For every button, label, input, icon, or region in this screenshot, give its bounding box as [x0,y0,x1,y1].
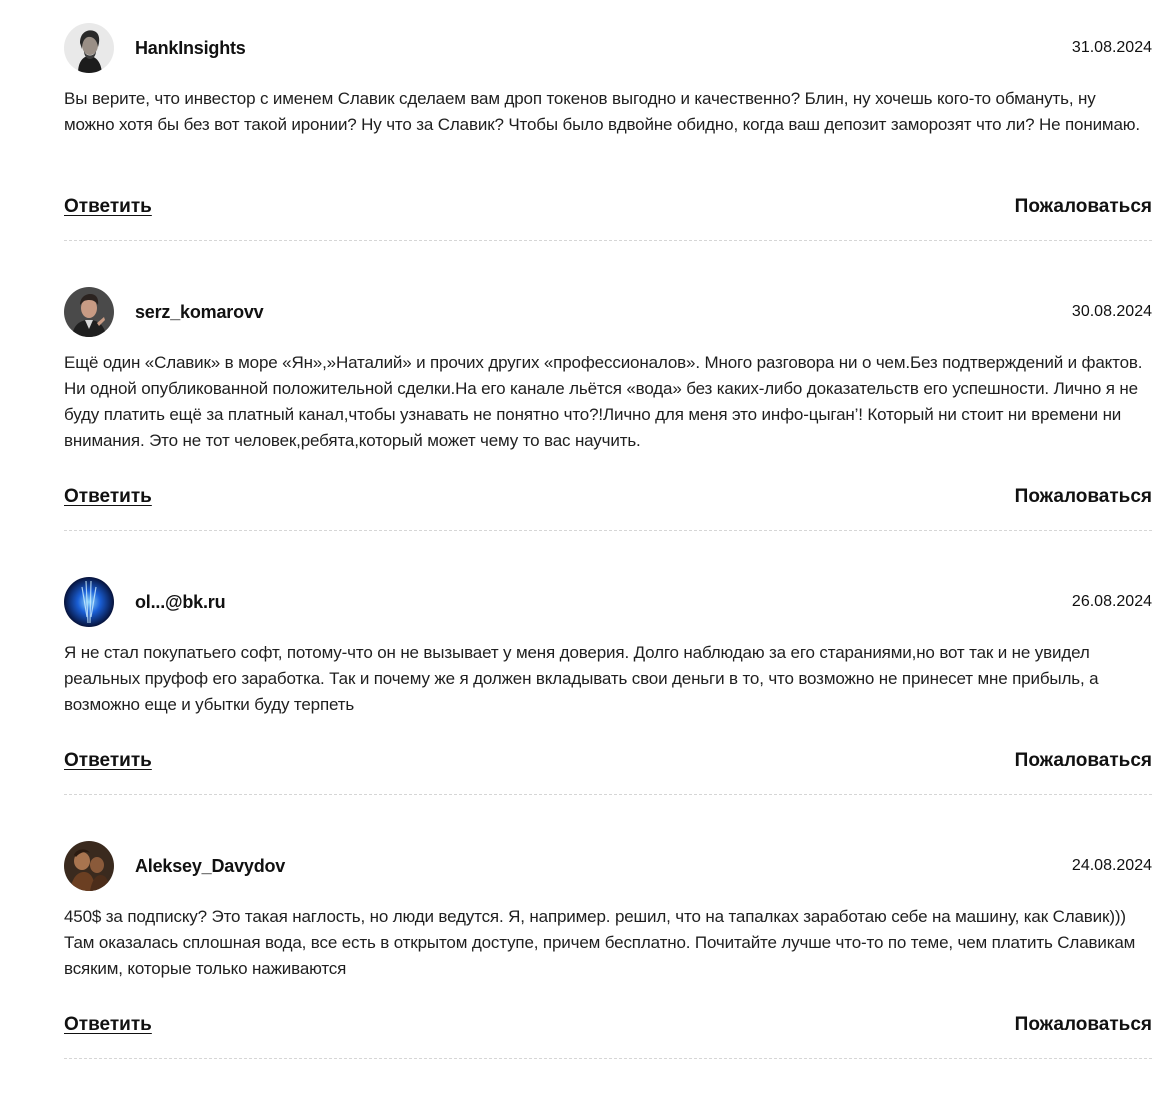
comment-text: Вы верите, что инвестор с именем Славик … [64,89,1140,134]
report-link[interactable]: Пожаловаться [1015,486,1152,508]
avatar[interactable] [64,23,114,73]
report-link[interactable]: Пожаловаться [1015,1014,1152,1036]
comment-header: serz_komarovv 30.08.2024 [64,286,1152,338]
report-link[interactable]: Пожаловаться [1015,750,1152,772]
reply-link[interactable]: Ответить [64,1014,152,1036]
avatar[interactable] [64,287,114,337]
user-photo-icon [64,23,114,73]
comment-date: 31.08.2024 [1071,39,1152,56]
comment-divider [64,530,1152,531]
comment-item: ol...@bk.ru 26.08.2024 Я не стал покупат… [64,576,1152,840]
comment-date: 24.08.2024 [1071,857,1152,874]
reply-link[interactable]: Ответить [64,486,152,508]
user-photo-icon [64,577,114,627]
comment-header: HankInsights 31.08.2024 [64,22,1152,74]
avatar[interactable] [64,841,114,891]
comment-item: Aleksey_Davydov 24.08.2024 450$ за подпи… [64,840,1152,1104]
avatar[interactable] [64,577,114,627]
reply-link[interactable]: Ответить [64,750,152,772]
comment-divider [64,1058,1152,1059]
comment-header: Aleksey_Davydov 24.08.2024 [64,840,1152,892]
comment-author: serz_komarovv [135,301,264,322]
comment-author: Aleksey_Davydov [135,855,286,876]
comment-author: ol...@bk.ru [135,591,226,612]
comments-list: HankInsights 31.08.2024 Вы верите, что и… [64,22,1152,1104]
comment-item: HankInsights 31.08.2024 Вы верите, что и… [64,22,1152,286]
comment-text: Я не стал покупатьего софт, потому-что о… [64,643,1099,714]
user-photo-icon [64,841,114,891]
user-photo-icon [64,287,114,337]
comment-header: ol...@bk.ru 26.08.2024 [64,576,1152,628]
reply-link[interactable]: Ответить [64,196,152,218]
comment-actions: Ответить Пожаловаться [64,750,1152,772]
report-link[interactable]: Пожаловаться [1015,196,1152,218]
comment-divider [64,794,1152,795]
comment-text: Ещё один «Славик» в море «Ян»,»Наталий» … [64,353,1143,450]
comment-text: 450$ за подписку? Это такая наглость, но… [64,907,1136,978]
comment-author: HankInsights [135,37,246,58]
comment-date: 30.08.2024 [1071,303,1152,320]
comment-date: 26.08.2024 [1071,593,1152,610]
comment-actions: Ответить Пожаловаться [64,1014,1152,1036]
comment-item: serz_komarovv 30.08.2024 Ещё один «Слави… [64,286,1152,576]
comment-divider [64,240,1152,241]
comment-actions: Ответить Пожаловаться [64,486,1152,508]
comment-actions: Ответить Пожаловаться [64,196,1152,218]
